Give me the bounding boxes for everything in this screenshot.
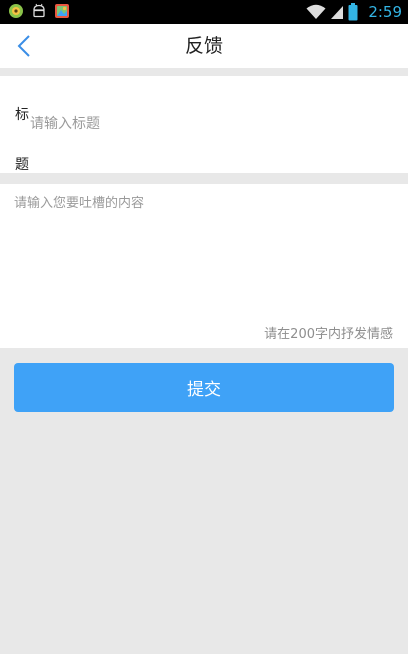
app-header: 反馈 — [0, 24, 408, 68]
status-bar: 2:59 — [0, 0, 408, 24]
status-notifications — [8, 3, 70, 19]
title-input[interactable] — [30, 112, 390, 136]
content-length-hint: 请在200字内抒发情感 — [264, 327, 393, 342]
battery-icon — [348, 3, 358, 21]
title-label: 标题 — [15, 107, 29, 173]
gallery-app-icon — [55, 4, 69, 18]
page-title: 反馈 — [184, 35, 223, 57]
content-field-box: 请在200字内抒发情感 — [0, 184, 408, 348]
status-system: 2:59 — [306, 2, 402, 22]
notification-app-icon — [9, 4, 23, 18]
submit-button[interactable]: 提交 — [14, 363, 394, 412]
wifi-icon — [306, 4, 326, 19]
title-field-row: 标题 — [0, 76, 408, 173]
content-textarea[interactable] — [14, 192, 394, 312]
status-clock: 2:59 — [368, 3, 402, 21]
cell-signal-icon — [331, 6, 344, 19]
android-icon — [33, 3, 45, 18]
